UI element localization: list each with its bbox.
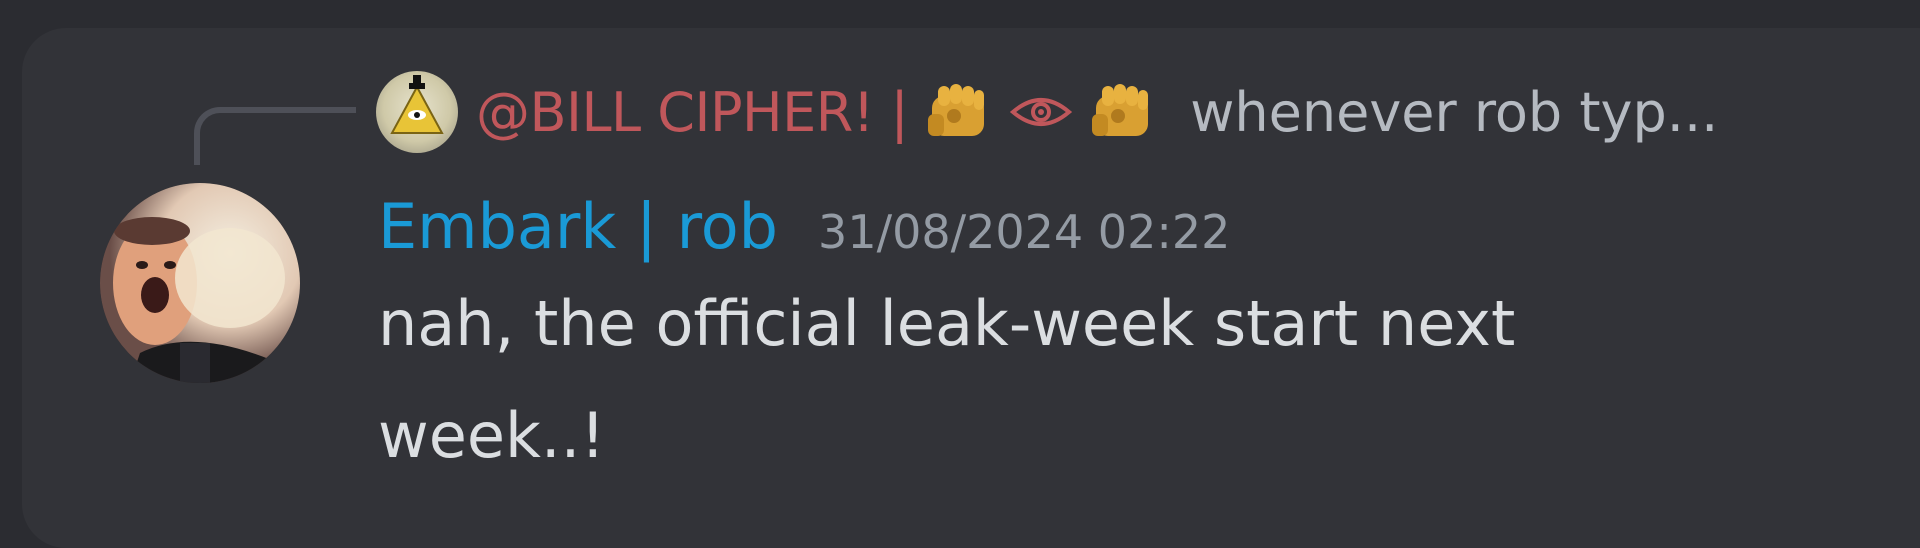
message-content: nah, the official leak-week start next w… (378, 287, 1516, 472)
user-avatar[interactable] (100, 183, 300, 383)
fist-icon (928, 84, 985, 136)
fist-icon (1092, 84, 1149, 136)
reply-author[interactable]: @BILL CIPHER! | (476, 81, 909, 144)
eye-icon (1010, 98, 1073, 126)
reply-spine (194, 107, 356, 165)
reply-avatar[interactable] (376, 71, 458, 153)
message-author[interactable]: Embark | rob (378, 190, 778, 263)
user-avatar-photo (100, 183, 300, 383)
message-timestamp[interactable]: 31/08/2024 02:22 (818, 205, 1230, 259)
reply-preview-text[interactable]: whenever rob typ... (1190, 81, 1718, 144)
message-header: Embark | rob 31/08/2024 02:22 (378, 190, 1230, 263)
reply-reference[interactable]: @BILL CIPHER! | whenever rob typ... (376, 70, 1718, 154)
bill-cipher-avatar-icon (390, 75, 444, 134)
